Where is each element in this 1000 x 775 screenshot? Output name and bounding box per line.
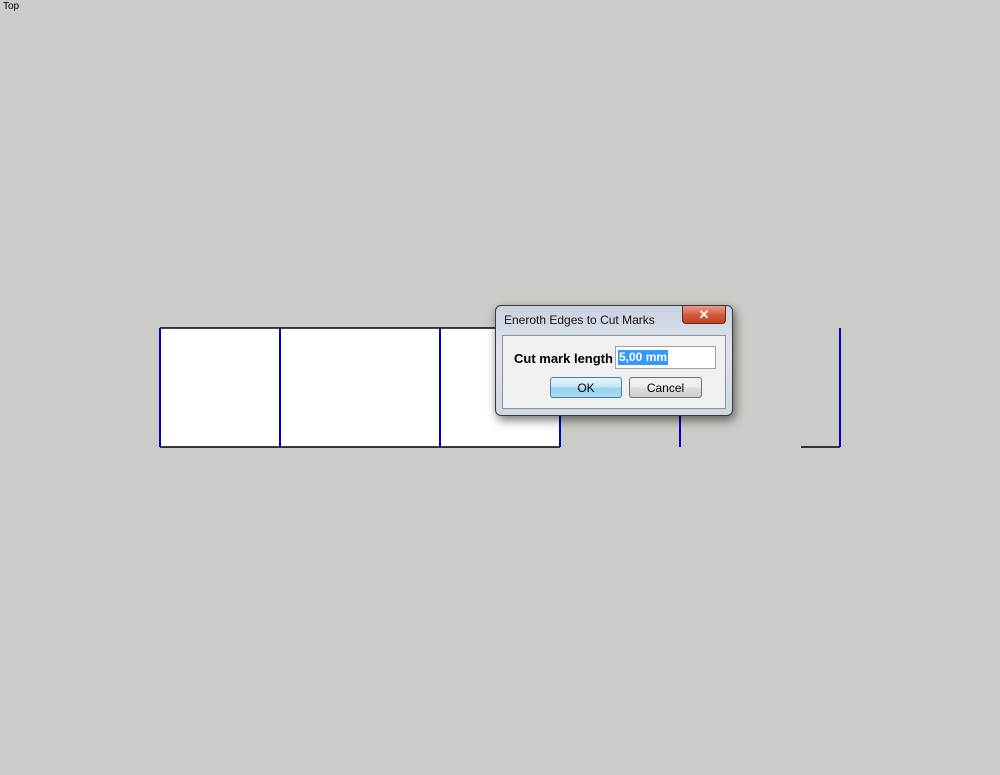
dialog-body: Cut mark length 5,00 mm OK Cancel [502,335,726,409]
cut-marks-dialog: Eneroth Edges to Cut Marks ✕ Cut mark le… [495,305,733,416]
close-icon: ✕ [698,306,710,322]
close-button[interactable]: ✕ [682,306,726,324]
ok-button[interactable]: OK [550,377,622,398]
cut-mark-length-label: Cut mark length [514,351,613,366]
dialog-title: Eneroth Edges to Cut Marks [504,313,655,327]
cut-mark-length-input[interactable]: 5,00 mm [615,346,716,369]
cancel-button[interactable]: Cancel [629,377,702,398]
cut-mark-length-value: 5,00 mm [618,350,669,365]
